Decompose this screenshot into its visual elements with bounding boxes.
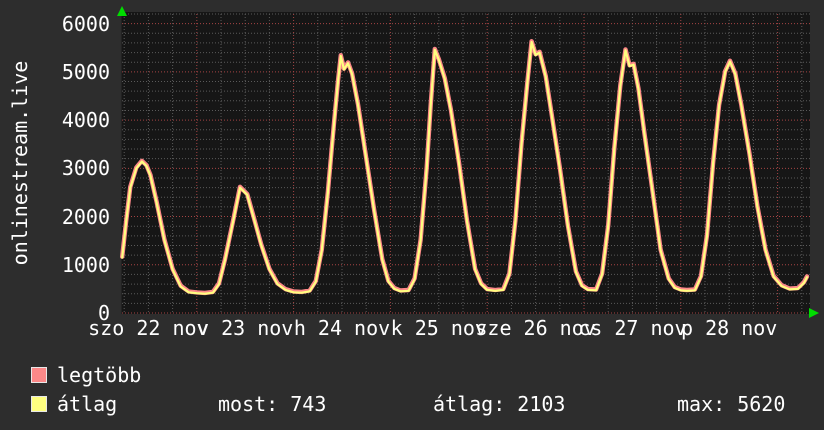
stat-max: max: 5620	[677, 393, 785, 415]
legend-row-avg: átlag most: 743 átlag: 2103 max: 5620	[0, 393, 824, 415]
legend-label-atlag: átlag	[57, 393, 117, 415]
y-tick-label: 1000	[28, 253, 110, 277]
rrd-graph: onlinestream.live 0100020003000400050006…	[0, 0, 824, 430]
y-tick-label: 4000	[28, 108, 110, 132]
y-tick-label: 6000	[28, 12, 110, 36]
stat-most: most: 743	[218, 393, 326, 415]
legend-swatch-legtobb	[31, 367, 47, 383]
x-tick-label: p 28 nov	[634, 317, 824, 339]
y-tick-label: 5000	[28, 60, 110, 84]
legend-row-max: legtöbb	[0, 364, 824, 386]
y-tick-label: 2000	[28, 205, 110, 229]
stat-atlag: átlag: 2103	[433, 393, 565, 415]
legend-swatch-atlag	[31, 396, 47, 412]
y-tick-label: 3000	[28, 156, 110, 180]
legend-label-legtobb: legtöbb	[57, 364, 141, 386]
